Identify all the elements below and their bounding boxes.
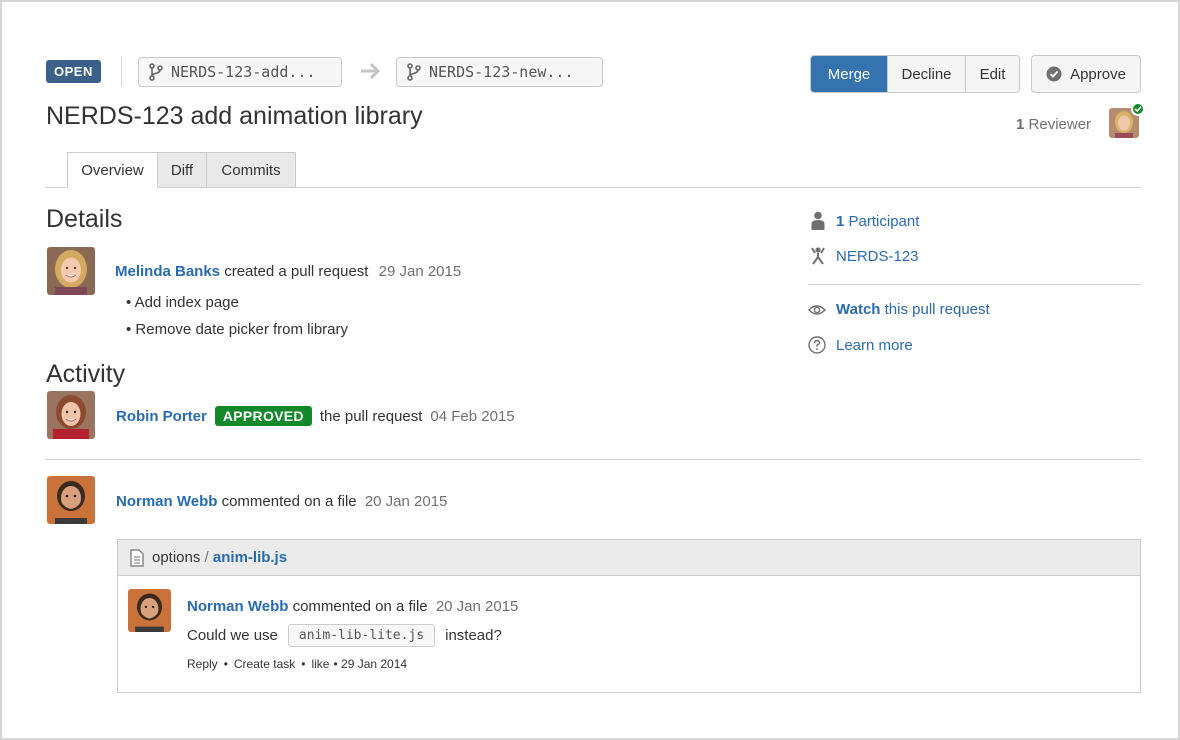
reviewer-count: 1 xyxy=(1016,116,1025,133)
eye-icon xyxy=(808,304,826,315)
activity-heading: Activity xyxy=(46,360,126,388)
file-comment-event: Norman Webb commented on a file 20 Jan 2… xyxy=(116,493,447,510)
comment-action-text: commented on a file xyxy=(292,598,428,615)
file-header: options / anim-lib.js xyxy=(118,540,1140,576)
jira-issue-link[interactable]: NERDS-123 xyxy=(810,246,919,266)
action-separator: • xyxy=(333,657,338,671)
arrow-right-icon xyxy=(361,62,381,80)
participants-count: 1 xyxy=(836,212,845,230)
pr-action-buttons: Merge Decline Edit xyxy=(810,55,1020,93)
page-title: NERDS-123 add animation library xyxy=(46,102,423,130)
watch-link[interactable]: Watch this pull request xyxy=(808,301,990,318)
branch-icon xyxy=(149,63,163,81)
check-circle-icon xyxy=(1046,66,1062,82)
participants-link[interactable]: 1 Participant xyxy=(810,211,919,231)
avatar[interactable] xyxy=(128,589,171,632)
file-comment-box: options / anim-lib.js Norman Webb commen… xyxy=(117,539,1141,693)
approval-event: Robin Porter APPROVED the pull request 0… xyxy=(116,406,515,426)
create-task-link[interactable]: Create task xyxy=(234,657,295,671)
reviewers-summary: 1 Reviewer xyxy=(1016,116,1091,133)
approval-text: the pull request xyxy=(319,407,423,425)
jira-issue-key: NERDS-123 xyxy=(836,247,919,265)
created-text: created a pull request xyxy=(224,263,369,280)
comment-text-before: Could we use xyxy=(187,627,278,644)
description-item: • Add index page xyxy=(126,294,239,311)
question-circle-icon xyxy=(808,336,826,354)
source-branch[interactable]: NERDS-123-add... xyxy=(138,57,342,87)
created-date: 29 Jan 2015 xyxy=(378,263,462,280)
comment-header: Norman Webb commented on a file 20 Jan 2… xyxy=(187,598,518,615)
inline-code: anim-lib-lite.js xyxy=(287,624,436,647)
source-branch-label: NERDS-123-add... xyxy=(171,63,316,81)
comment-action-text: commented on a file xyxy=(221,493,357,510)
approve-button[interactable]: Approve xyxy=(1031,55,1141,93)
like-link[interactable]: like xyxy=(311,657,329,671)
learn-more-link[interactable]: Learn more xyxy=(808,336,913,354)
activity-divider xyxy=(46,459,1141,460)
tab-commits[interactable]: Commits xyxy=(206,152,296,188)
author-link[interactable]: Melinda Banks xyxy=(115,263,220,280)
comment-body: Could we use anim-lib-lite.js instead? xyxy=(187,624,502,647)
author-link[interactable]: Robin Porter xyxy=(116,408,207,425)
tab-diff[interactable]: Diff xyxy=(157,152,207,188)
path-separator: / xyxy=(204,549,209,566)
details-heading: Details xyxy=(46,205,123,233)
file-link[interactable]: anim-lib.js xyxy=(213,549,287,566)
branch-icon xyxy=(407,63,421,81)
details-created-line: Melinda Banks created a pull request 29 … xyxy=(115,263,461,280)
author-link[interactable]: Norman Webb xyxy=(187,598,288,615)
comment-text-after: instead? xyxy=(445,627,502,644)
tab-overview[interactable]: Overview xyxy=(67,152,158,188)
decline-button[interactable]: Decline xyxy=(887,56,965,92)
comment-event-date: 20 Jan 2015 xyxy=(364,493,448,510)
file-directory: options xyxy=(152,549,201,566)
author-link[interactable]: Norman Webb xyxy=(116,493,217,510)
watch-bold: Watch xyxy=(836,301,881,318)
comment-date: 20 Jan 2015 xyxy=(435,598,519,615)
file-icon xyxy=(130,548,144,567)
approved-lozenge: APPROVED xyxy=(214,406,312,426)
avatar[interactable] xyxy=(47,391,95,439)
reviewer-approved-icon xyxy=(1131,102,1145,116)
approval-date: 04 Feb 2015 xyxy=(430,407,515,425)
approve-button-label: Approve xyxy=(1070,65,1126,83)
avatar[interactable] xyxy=(47,247,95,295)
target-branch[interactable]: NERDS-123-new... xyxy=(396,57,603,87)
target-branch-label: NERDS-123-new... xyxy=(429,63,574,81)
description-item: • Remove date picker from library xyxy=(126,321,348,338)
sidebar-divider xyxy=(808,284,1141,285)
action-separator: • xyxy=(223,657,228,671)
watch-rest: this pull request xyxy=(884,301,990,318)
comment-timestamp: 29 Jan 2014 xyxy=(341,657,408,671)
app-frame: OPEN NERDS-123-add... NERDS-123-new... M… xyxy=(0,0,1180,740)
comment-actions: Reply • Create task • like • 29 Jan 2014 xyxy=(187,657,407,671)
action-separator: • xyxy=(301,657,306,671)
jira-icon xyxy=(811,247,825,265)
reply-link[interactable]: Reply xyxy=(187,657,218,671)
merge-button[interactable]: Merge xyxy=(811,56,887,92)
reviewer-label: Reviewer xyxy=(1028,116,1092,133)
status-lozenge: OPEN xyxy=(46,60,101,83)
edit-button[interactable]: Edit xyxy=(965,56,1019,92)
participants-label: Participant xyxy=(848,212,920,230)
header-divider xyxy=(121,56,122,86)
person-icon xyxy=(811,211,825,230)
avatar[interactable] xyxy=(47,476,95,524)
learn-more-label: Learn more xyxy=(836,336,913,354)
